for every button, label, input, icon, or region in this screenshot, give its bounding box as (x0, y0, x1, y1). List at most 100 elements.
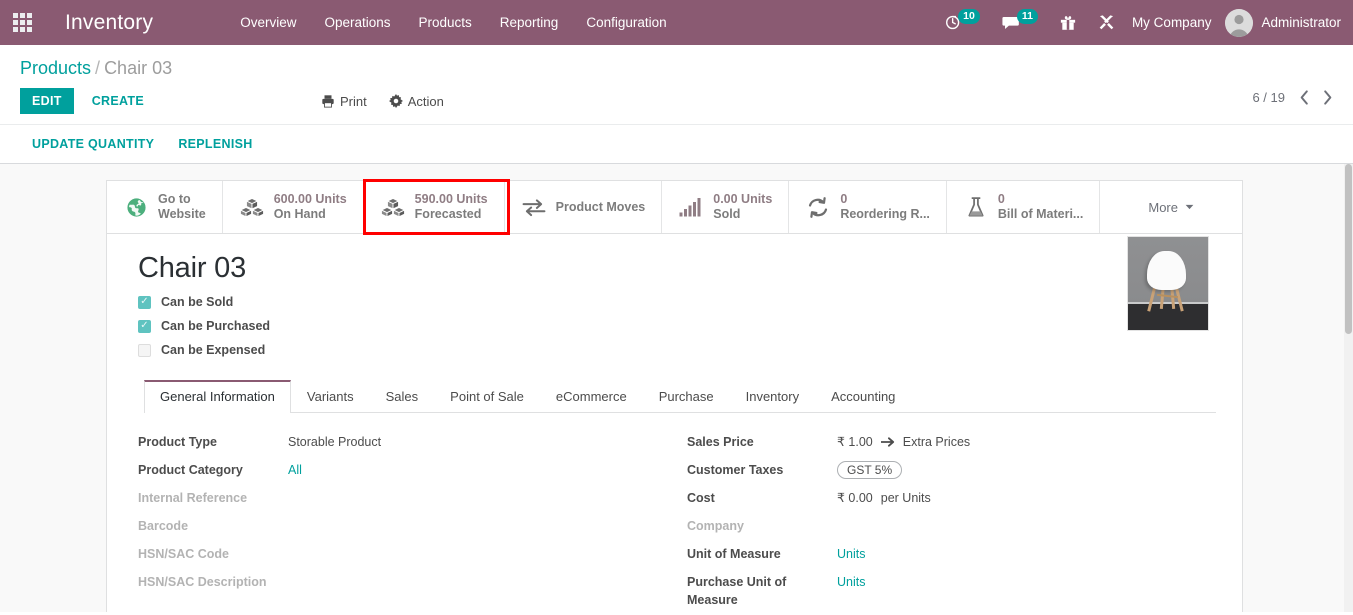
tools-icon[interactable] (1087, 0, 1126, 45)
scrollbar-thumb[interactable] (1345, 164, 1352, 334)
messages-icon[interactable]: 11 (991, 0, 1049, 45)
edit-button[interactable]: EDIT (20, 88, 74, 114)
stat-label-units-sold: Sold (713, 207, 772, 222)
field-value-unit-of-measure[interactable]: Units (837, 545, 865, 563)
checkbox-can-be-purchased[interactable]: ✓ (138, 320, 151, 333)
checkbox-label-can-be-expensed: Can be Expensed (161, 343, 265, 357)
field-label-cost: Cost (687, 489, 837, 507)
stat-button-go-to-website[interactable]: Go to Website (107, 181, 223, 233)
stat-button-units-sold[interactable]: 0.00 Units Sold (662, 181, 789, 233)
tab-general-information[interactable]: General Information (144, 380, 291, 413)
field-barcode: Barcode (138, 517, 677, 535)
stat-button-reordering-rules[interactable]: 0 Reordering R... (789, 181, 947, 233)
field-company: Company (687, 517, 1216, 535)
stat-value-units-sold: 0.00 Units (713, 192, 772, 207)
checkbox-row-can-be-expensed[interactable]: Can be Expensed (138, 343, 1216, 357)
menu-item-reporting[interactable]: Reporting (486, 0, 573, 45)
field-customer-taxes: Customer Taxes GST 5% (687, 461, 1216, 479)
stat-value-bill-of-materials: 0 (998, 192, 1083, 207)
activity-clock-icon[interactable]: 10 (934, 0, 991, 45)
print-menu[interactable]: Print (321, 94, 367, 109)
field-label-product-category: Product Category (138, 461, 288, 479)
tab-point-of-sale[interactable]: Point of Sale (434, 380, 540, 413)
printer-icon (321, 94, 335, 108)
field-value-cost[interactable]: ₹ 0.00 (837, 489, 873, 507)
menu-item-configuration[interactable]: Configuration (572, 0, 680, 45)
stat-label-forecasted: Forecasted (415, 207, 488, 222)
stat-button-bill-of-materials[interactable]: 0 Bill of Materi... (947, 181, 1100, 233)
app-brand-title[interactable]: Inventory (65, 11, 153, 35)
tag-customer-tax[interactable]: GST 5% (837, 461, 902, 479)
breadcrumb-root-products[interactable]: Products (20, 58, 91, 78)
stat-value-on-hand: 600.00 Units (274, 192, 347, 207)
menu-item-overview[interactable]: Overview (226, 0, 310, 45)
breadcrumb-separator: / (91, 58, 104, 78)
checkbox-row-can-be-sold[interactable]: ✓ Can be Sold (138, 295, 1216, 309)
checkbox-can-be-sold[interactable]: ✓ (138, 296, 151, 309)
form-column-left: Product Type Storable Product Product Ca… (138, 433, 677, 612)
field-value-product-type[interactable]: Storable Product (288, 433, 381, 451)
menu-item-operations[interactable]: Operations (310, 0, 404, 45)
field-label-sales-price: Sales Price (687, 433, 837, 451)
print-label: Print (340, 94, 367, 109)
menu-item-products[interactable]: Products (405, 0, 486, 45)
stat-button-more[interactable]: More (1100, 181, 1242, 233)
tab-accounting[interactable]: Accounting (815, 380, 911, 413)
chevron-right-icon[interactable] (1323, 90, 1333, 105)
field-internal-reference: Internal Reference (138, 489, 677, 507)
extra-prices-link[interactable]: Extra Prices (903, 435, 970, 449)
gift-icon[interactable] (1049, 0, 1087, 45)
checkbox-row-can-be-purchased[interactable]: ✓ Can be Purchased (138, 319, 1216, 333)
stat-button-product-moves[interactable]: Product Moves (505, 181, 663, 233)
tab-sales[interactable]: Sales (370, 380, 435, 413)
control-panel-subrow: UPDATE QUANTITY REPLENISH (0, 124, 1353, 163)
apps-grid-icon[interactable] (0, 0, 44, 45)
form-columns: Product Type Storable Product Product Ca… (138, 413, 1216, 612)
update-quantity-button[interactable]: UPDATE QUANTITY (20, 135, 166, 153)
breadcrumb: Products/Chair 03 (0, 45, 1353, 82)
field-label-barcode: Barcode (138, 517, 288, 535)
field-value-purchase-unit-of-measure[interactable]: Units (837, 573, 865, 591)
vertical-scrollbar[interactable] (1344, 164, 1353, 612)
stat-text: Product Moves (556, 200, 646, 215)
tab-ecommerce[interactable]: eCommerce (540, 380, 643, 413)
page-title: Chair 03 (138, 252, 1216, 285)
stat-label-bill-of-materials: Bill of Materi... (998, 207, 1083, 222)
user-name: Administrator (1261, 15, 1341, 30)
replenish-button[interactable]: REPLENISH (166, 135, 264, 153)
tab-variants[interactable]: Variants (291, 380, 370, 413)
gear-icon (389, 94, 403, 108)
user-menu[interactable]: My Company Administrator (1126, 0, 1353, 45)
image-floor (1128, 304, 1208, 330)
tab-purchase[interactable]: Purchase (643, 380, 730, 413)
checkbox-can-be-expensed[interactable] (138, 344, 151, 357)
field-value-sales-price[interactable]: ₹ 1.00 (837, 433, 873, 451)
chevron-left-icon[interactable] (1299, 90, 1309, 105)
stat-text: 0 Reordering R... (840, 192, 930, 222)
caret-down-icon (1185, 204, 1194, 210)
field-label-company: Company (687, 517, 837, 535)
stat-button-on-hand[interactable]: 600.00 Units On Hand (223, 181, 364, 233)
pager-counter[interactable]: 6 / 19 (1252, 90, 1285, 105)
tab-inventory[interactable]: Inventory (730, 380, 815, 413)
form-column-right: Sales Price ₹ 1.00 Extra Prices Customer… (677, 433, 1216, 612)
action-menu[interactable]: Action (389, 94, 444, 109)
stat-button-forecasted[interactable]: 590.00 Units Forecasted (364, 181, 505, 233)
stat-button-bar: Go to Website 600.00 Units On Hand (107, 181, 1242, 234)
main-menu: Overview Operations Products Reporting C… (226, 0, 680, 45)
stat-text: 0.00 Units Sold (713, 192, 772, 222)
stat-label-on-hand: On Hand (274, 207, 347, 222)
create-button[interactable]: CREATE (80, 88, 156, 114)
notebook-tabs: General Information Variants Sales Point… (144, 379, 1216, 413)
check-icon: ✓ (140, 297, 148, 307)
checkbox-label-can-be-sold: Can be Sold (161, 295, 233, 309)
product-image[interactable] (1127, 236, 1209, 331)
check-icon: ✓ (140, 321, 148, 331)
boxes-icon (239, 195, 265, 219)
field-label-product-type: Product Type (138, 433, 288, 451)
field-cost: Cost ₹ 0.00 per Units (687, 489, 1216, 507)
refresh-icon (805, 195, 831, 219)
control-panel: Products/Chair 03 EDIT CREATE Print Acti… (0, 45, 1353, 164)
stat-text: 590.00 Units Forecasted (415, 192, 488, 222)
field-value-product-category[interactable]: All (288, 461, 302, 479)
